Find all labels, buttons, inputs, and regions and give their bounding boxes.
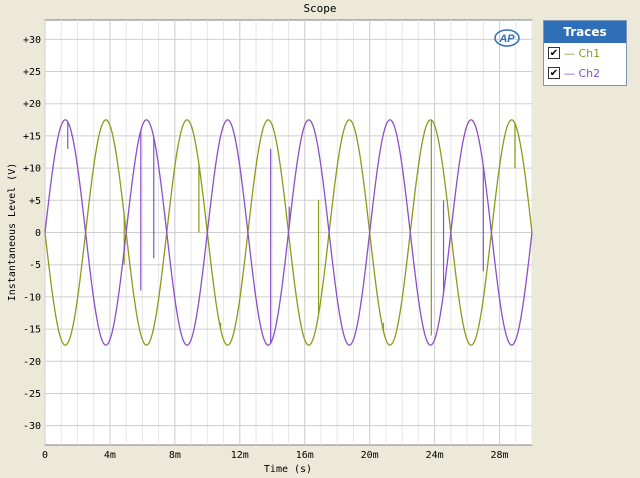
- y-axis-label: Instantaneous Level (V): [7, 163, 18, 301]
- y-tick-label: +30: [23, 35, 41, 46]
- y-tick-label: +20: [23, 99, 41, 110]
- y-tick-label: -5: [29, 260, 41, 271]
- y-tick-label: -10: [23, 292, 41, 303]
- y-tick-label: -25: [23, 389, 41, 400]
- trace-item-ch1[interactable]: ✔ — Ch1: [544, 43, 626, 63]
- y-tick-label: -20: [23, 357, 41, 368]
- trace-item-ch2[interactable]: ✔ — Ch2: [544, 63, 626, 83]
- traces-header: Traces: [544, 21, 626, 43]
- x-axis-label: Time (s): [264, 464, 312, 475]
- y-tick-label: +15: [23, 131, 41, 142]
- y-tick-label: +5: [29, 196, 41, 207]
- ch2-label: — Ch2: [564, 66, 601, 80]
- traces-panel: Traces ✔ — Ch1 ✔ — Ch2: [543, 20, 627, 86]
- y-tick-label: +10: [23, 164, 41, 175]
- x-tick-label: 4m: [104, 450, 116, 461]
- ch1-label: — Ch1: [564, 46, 601, 60]
- ap-logo-icon: AP: [494, 29, 520, 47]
- y-tick-label: +25: [23, 67, 41, 78]
- y-tick-label: -30: [23, 421, 41, 432]
- ch2-checkbox[interactable]: ✔: [548, 67, 560, 79]
- x-tick-label: 0: [42, 450, 48, 461]
- x-tick-label: 8m: [169, 450, 181, 461]
- y-tick-label: 0: [35, 228, 41, 239]
- x-tick-label: 28m: [491, 450, 509, 461]
- x-tick-label: 20m: [361, 450, 379, 461]
- y-tick-label: -15: [23, 325, 41, 336]
- ch1-checkbox[interactable]: ✔: [548, 47, 560, 59]
- x-tick-label: 12m: [231, 450, 249, 461]
- svg-text:AP: AP: [498, 33, 515, 45]
- x-tick-label: 16m: [296, 450, 314, 461]
- x-tick-label: 24m: [426, 450, 444, 461]
